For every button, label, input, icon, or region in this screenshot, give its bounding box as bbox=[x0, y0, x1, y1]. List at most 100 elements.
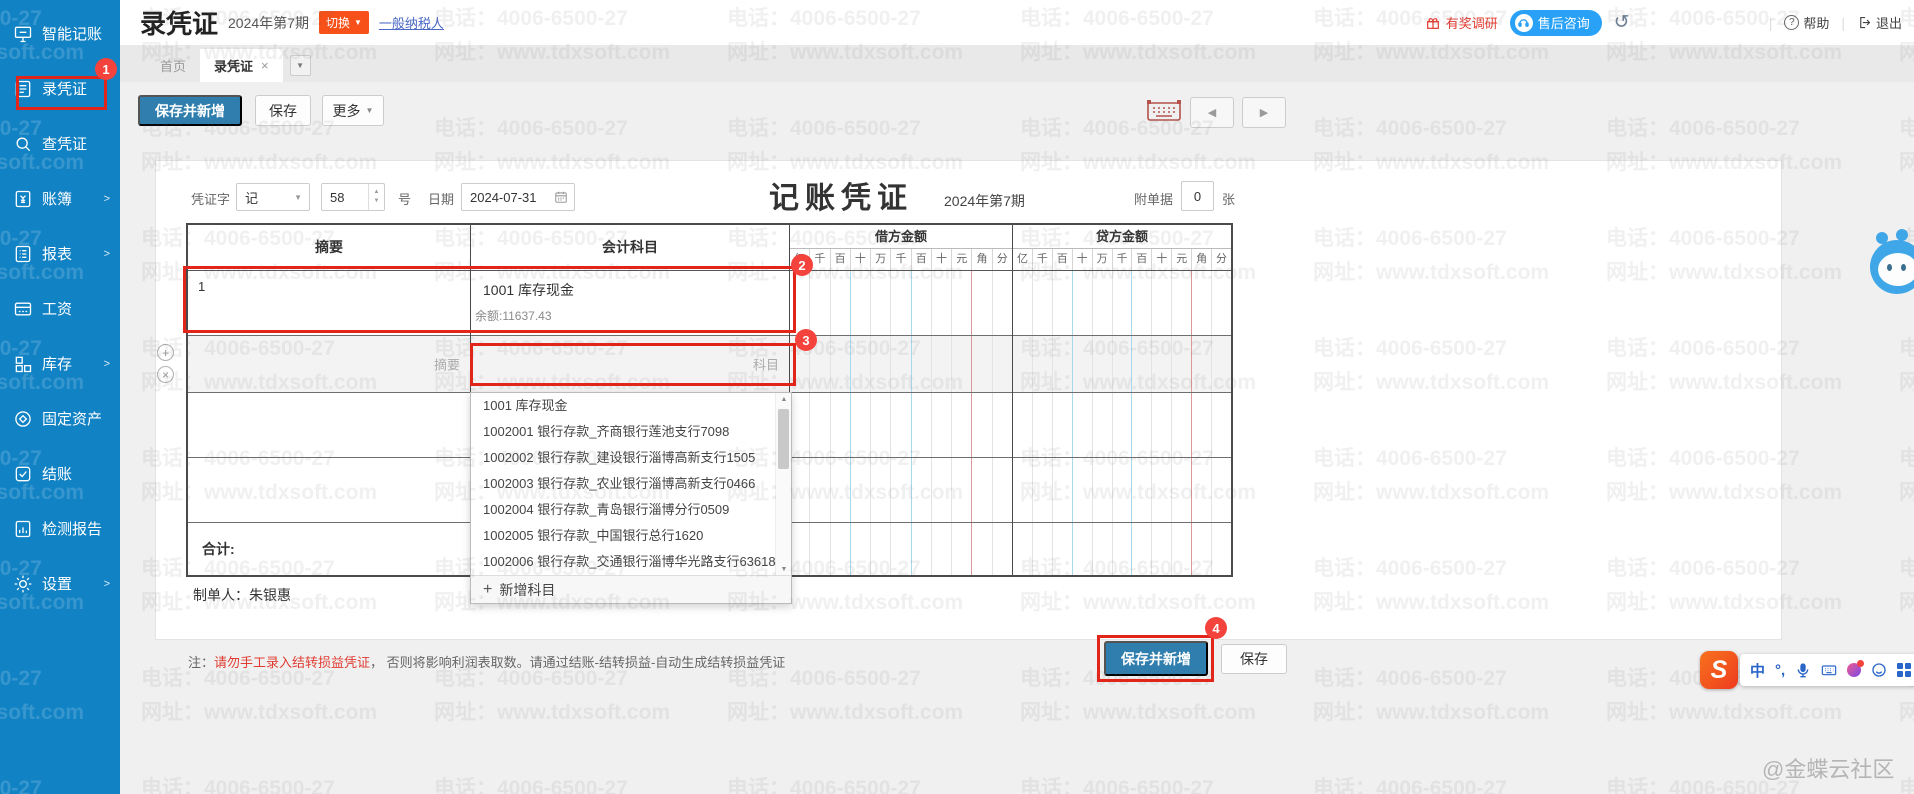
amount-digit-cell[interactable] bbox=[809, 393, 829, 457]
amount-digit-cell[interactable] bbox=[1191, 458, 1211, 522]
amount-digit-cell[interactable] bbox=[1052, 271, 1072, 335]
amount-digit-cell[interactable] bbox=[931, 523, 951, 575]
amount-digit-cell[interactable] bbox=[1112, 271, 1132, 335]
amount-digit-cell[interactable] bbox=[870, 393, 890, 457]
toolbox-grid-icon[interactable] bbox=[1897, 663, 1911, 677]
amount-digit-cell[interactable] bbox=[790, 271, 809, 335]
amount-digit-cell[interactable] bbox=[1052, 393, 1072, 457]
amount-digit-cell[interactable] bbox=[830, 458, 850, 522]
skin-icon[interactable] bbox=[1847, 663, 1861, 677]
amount-digit-cell[interactable] bbox=[1092, 336, 1112, 392]
amount-digit-cell[interactable] bbox=[992, 393, 1012, 457]
amount-digit-cell[interactable] bbox=[1092, 271, 1112, 335]
refresh-undo-icon[interactable]: ↺ bbox=[1614, 11, 1630, 34]
amount-digit-cell[interactable] bbox=[931, 271, 951, 335]
date-input[interactable]: 2024-07-31 bbox=[461, 183, 575, 211]
sidebar-item-ledgers[interactable]: 账簿 > bbox=[0, 171, 120, 226]
taxpayer-type-link[interactable]: 一般纳税人 bbox=[379, 13, 444, 32]
scrollbar-thumb[interactable] bbox=[778, 409, 789, 469]
credit-cell-row2[interactable] bbox=[1013, 336, 1231, 393]
debit-cell-row1[interactable] bbox=[790, 271, 1012, 336]
amount-digit-cell[interactable] bbox=[951, 393, 971, 457]
add-account-button[interactable]: + 新增科目 bbox=[471, 575, 791, 603]
amount-digit-cell[interactable] bbox=[1191, 336, 1211, 392]
amount-digit-cell[interactable] bbox=[971, 458, 991, 522]
amount-digit-cell[interactable] bbox=[1171, 393, 1191, 457]
amount-digit-cell[interactable] bbox=[1072, 523, 1092, 575]
amount-digit-cell[interactable] bbox=[809, 458, 829, 522]
amount-digit-cell[interactable] bbox=[971, 271, 991, 335]
tab-home[interactable]: 首页 bbox=[146, 49, 200, 82]
amount-digit-cell[interactable] bbox=[1013, 271, 1032, 335]
sidebar-item-voucher-search[interactable]: 查凭证 bbox=[0, 116, 120, 171]
amount-digit-cell[interactable] bbox=[951, 523, 971, 575]
amount-digit-cell[interactable] bbox=[1112, 523, 1132, 575]
close-icon[interactable]: × bbox=[261, 58, 269, 73]
amount-digit-cell[interactable] bbox=[809, 271, 829, 335]
amount-digit-cell[interactable] bbox=[890, 271, 910, 335]
amount-digit-cell[interactable] bbox=[850, 458, 870, 522]
amount-digit-cell[interactable] bbox=[830, 393, 850, 457]
microphone-icon[interactable] bbox=[1795, 662, 1811, 678]
amount-digit-cell[interactable] bbox=[971, 393, 991, 457]
amount-digit-cell[interactable] bbox=[1052, 523, 1072, 575]
amount-digit-cell[interactable] bbox=[1013, 458, 1032, 522]
amount-digit-cell[interactable] bbox=[790, 393, 809, 457]
delete-row-button[interactable]: × bbox=[157, 366, 174, 383]
amount-digit-cell[interactable] bbox=[931, 393, 951, 457]
amount-digit-cell[interactable] bbox=[1151, 271, 1171, 335]
amount-digit-cell[interactable] bbox=[1211, 393, 1231, 457]
amount-digit-cell[interactable] bbox=[1092, 393, 1112, 457]
account-option[interactable]: 1002002 银行存款_建设银行淄博高新支行1505 bbox=[471, 445, 775, 471]
soft-keyboard-icon[interactable] bbox=[1821, 662, 1837, 678]
amount-digit-cell[interactable] bbox=[809, 523, 829, 575]
amount-digit-cell[interactable] bbox=[1112, 458, 1132, 522]
sidebar-item-settings[interactable]: 设置 > bbox=[0, 556, 120, 611]
amount-digit-cell[interactable] bbox=[951, 336, 971, 392]
amount-digit-cell[interactable] bbox=[1072, 458, 1092, 522]
amount-digit-cell[interactable] bbox=[1013, 393, 1032, 457]
amount-digit-cell[interactable] bbox=[1151, 393, 1171, 457]
amount-digit-cell[interactable] bbox=[1211, 458, 1231, 522]
next-voucher-button[interactable]: ▶ bbox=[1242, 97, 1286, 128]
survey-link[interactable]: 有奖调研 bbox=[1425, 13, 1498, 32]
account-option[interactable]: 1002005 银行存款_中国银行总行1620 bbox=[471, 523, 775, 549]
help-link[interactable]: ?帮助 bbox=[1784, 13, 1829, 32]
amount-digit-cell[interactable] bbox=[1151, 336, 1171, 392]
amount-digit-cell[interactable] bbox=[870, 523, 890, 575]
amount-digit-cell[interactable] bbox=[1151, 458, 1171, 522]
dropdown-scrollbar[interactable]: ▲ ▼ bbox=[775, 393, 791, 576]
amount-digit-cell[interactable] bbox=[1191, 523, 1211, 575]
amount-digit-cell[interactable] bbox=[1151, 523, 1171, 575]
save-and-new-button[interactable]: 保存并新增 bbox=[138, 95, 242, 126]
summary-cell-row3[interactable] bbox=[188, 393, 470, 458]
sidebar-item-closing[interactable]: 结账 bbox=[0, 446, 120, 501]
tab-list-dropdown-button[interactable]: ▼ bbox=[290, 55, 311, 76]
scroll-up-icon[interactable]: ▲ bbox=[776, 396, 792, 403]
attachment-count-input[interactable]: 0 bbox=[1181, 181, 1214, 211]
username-redacted[interactable] bbox=[1642, 11, 1757, 35]
debit-cell-row4[interactable] bbox=[790, 458, 1012, 523]
save-button-bottom[interactable]: 保存 bbox=[1221, 644, 1287, 674]
tab-voucher-entry[interactable]: 录凭证 × bbox=[200, 49, 283, 82]
amount-digit-cell[interactable] bbox=[1131, 523, 1151, 575]
amount-digit-cell[interactable] bbox=[1211, 523, 1231, 575]
amount-digit-cell[interactable] bbox=[1072, 336, 1092, 392]
amount-digit-cell[interactable] bbox=[870, 271, 890, 335]
save-button[interactable]: 保存 bbox=[255, 95, 311, 126]
amount-digit-cell[interactable] bbox=[1032, 393, 1052, 457]
amount-digit-cell[interactable] bbox=[1032, 336, 1052, 392]
amount-digit-cell[interactable] bbox=[911, 523, 931, 575]
amount-digit-cell[interactable] bbox=[890, 458, 910, 522]
amount-digit-cell[interactable] bbox=[1112, 336, 1132, 392]
amount-digit-cell[interactable] bbox=[1072, 393, 1092, 457]
add-row-button[interactable]: + bbox=[157, 344, 174, 361]
amount-digit-cell[interactable] bbox=[1131, 393, 1151, 457]
sidebar-item-test-report[interactable]: 检测报告 bbox=[0, 501, 120, 556]
amount-digit-cell[interactable] bbox=[830, 523, 850, 575]
ime-language-icon[interactable]: 中 bbox=[1750, 660, 1765, 681]
previous-voucher-button[interactable]: ◀ bbox=[1190, 97, 1234, 128]
amount-digit-cell[interactable] bbox=[951, 458, 971, 522]
amount-digit-cell[interactable] bbox=[1171, 271, 1191, 335]
amount-digit-cell[interactable] bbox=[971, 523, 991, 575]
